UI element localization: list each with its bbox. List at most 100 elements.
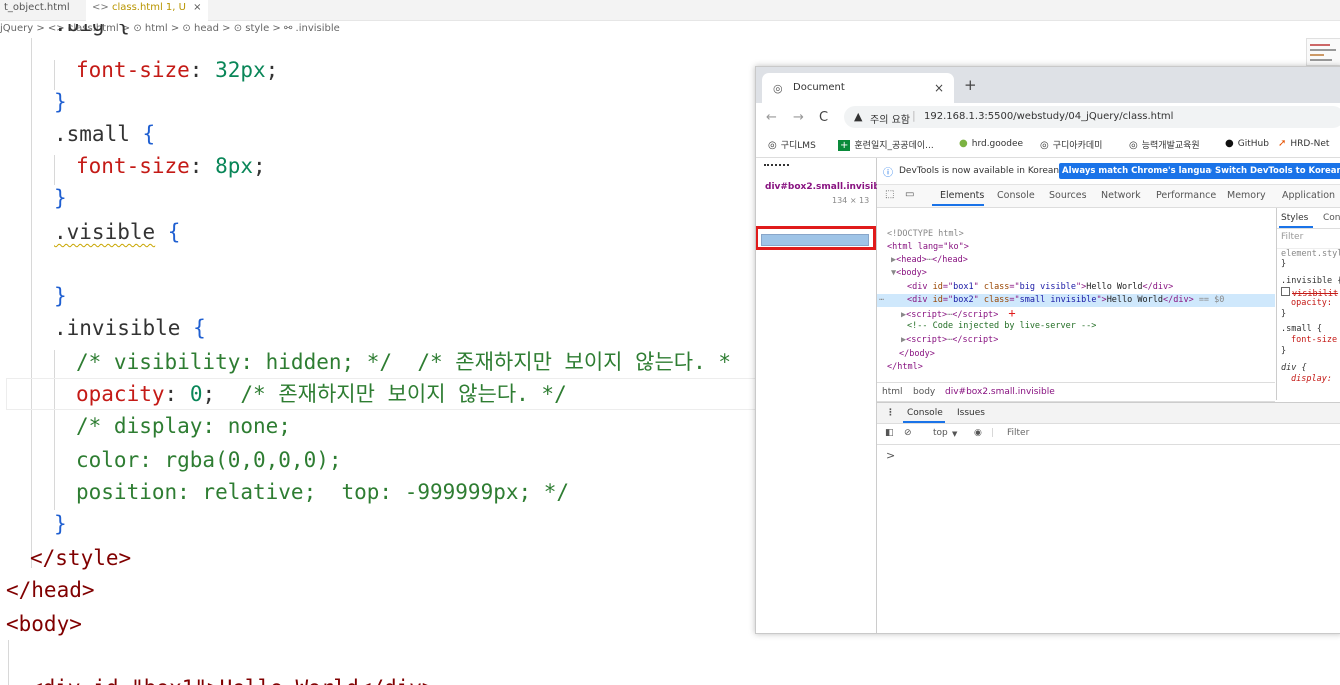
always-match-language-button[interactable]: Always match Chrome's language [1059,163,1227,179]
eye-icon[interactable]: ◉ [974,428,982,438]
editor-tab-bar: t_object.html <> class.html 1, U × [0,0,1340,21]
brace: } [1281,346,1287,356]
inspect-icon[interactable]: ⬚ [885,189,894,200]
switch-to-korean-button[interactable]: Switch DevTools to Korean [1212,163,1340,179]
indent-guide [54,155,55,185]
bookmark-item[interactable]: ◎ 능력개발교육원 [1129,138,1200,151]
back-button[interactable]: ← [766,110,777,125]
tab-styles[interactable]: Styles [1281,213,1308,223]
html-node[interactable]: <html lang="ko"> [887,241,969,254]
invisible-rule[interactable]: .invisible { [1281,276,1340,287]
context-selector[interactable]: top [933,428,948,438]
body-close-node[interactable]: </body> [899,348,935,361]
device-toggle-icon[interactable]: ▭ [905,189,914,200]
bookmark-item[interactable]: ➚ HRD-Net [1278,138,1329,149]
styles-tabs: Styles Con [1277,208,1340,229]
code-comment: /* display: none; [76,414,291,438]
divider: | [912,109,916,122]
tab-computed[interactable]: Con [1323,213,1340,223]
div-rule[interactable]: div { [1281,363,1307,374]
sidebar-toggle-icon[interactable]: ◧ [885,428,894,438]
globe-icon: ◎ [773,82,783,95]
active-tab-indicator [1279,226,1313,228]
code-tag: <body> [6,612,82,636]
script-node[interactable]: ▶<script>⋯</script> [901,334,998,347]
font-size-prop[interactable]: font-size [1291,335,1337,346]
code-value: 0 [189,382,203,406]
page-viewport[interactable]: div#box2.small.invisible 134 × 13 [756,158,889,633]
opacity-prop[interactable]: opacity: [1291,298,1332,309]
element-style-rule[interactable]: element.styl [1277,248,1340,260]
tab-console-drawer[interactable]: Console [907,408,943,418]
doctype-node[interactable]: <!DOCTYPE html> [887,228,964,241]
browser-tab[interactable]: ◎ Document × [762,73,954,103]
chevron-down-icon[interactable]: ▼ [952,430,957,438]
tab-label: class.html [111,2,163,13]
small-rule[interactable]: .small { [1281,324,1322,335]
tab-status: 1, U [165,2,186,13]
hrd-icon: ➚ [1278,138,1287,149]
console-prompt[interactable]: > [886,449,895,462]
devtools-language-banner: ⓘ DevTools is now available in Korean! A… [877,158,1340,185]
code-brace: } [54,186,67,210]
security-label[interactable]: 주의 요함 [870,111,910,126]
console-drawer: ⋮ Console Issues ◧ ⊘ top ▼ ◉ | Filter > [877,402,1340,633]
forward-button[interactable]: → [793,110,804,125]
bookmark-item[interactable]: ● GitHub [1225,138,1269,149]
clear-console-icon[interactable]: ⊘ [904,428,912,438]
bookmarks-bar: ◎ 구디LMS + 훈련일지_공공데이... ● hrd.goodee ◎ 구디아카데미… [756,131,1340,158]
tab-elements[interactable]: Elements [940,190,984,201]
bookmark-item[interactable]: ● hrd.goodee [959,138,1023,149]
body-node[interactable]: ▼<body> [891,267,927,280]
code-value: 8px [215,154,254,178]
tab-issues[interactable]: Issues [957,408,985,418]
bookmark-item[interactable]: + 훈련일지_공공데이... [838,138,934,151]
display-prop[interactable]: display: [1291,374,1332,385]
visibility-prop[interactable]: visibilit [1281,287,1338,299]
new-tab-button[interactable]: + [964,76,977,94]
url-text[interactable]: 192.168.1.3:5500/webstudy/04_jQuery/clas… [924,111,1173,122]
code-colon: : [189,58,216,82]
box1-node[interactable]: <div id="box1" class="big visible">Hello… [907,281,1173,294]
bookmark-label: 능력개발교육원 [1141,141,1200,151]
warning-icon: ▲ [854,110,863,123]
reload-button[interactable]: C [819,110,828,125]
crumb-div[interactable]: div#box2.small.invisible [945,387,1055,397]
tab-sources[interactable]: Sources [1049,190,1087,201]
console-filter-input[interactable]: Filter [1007,428,1029,438]
code-brace: } [54,284,67,308]
close-icon[interactable]: × [934,81,944,95]
box2-node[interactable]: <div id="box2" class="small invisible">H… [907,294,1224,307]
tab-class-html[interactable]: <> class.html 1, U × [86,0,208,21]
minimap[interactable] [1306,38,1340,66]
styles-pane[interactable]: Styles Con Filter element.styl } .invisi… [1276,208,1340,400]
tab-application[interactable]: Application [1282,190,1335,201]
tab-performance[interactable]: Performance [1156,190,1216,201]
breadcrumb[interactable]: jQuery > <> class.html > ⊙ html > ⊙ head… [0,21,340,37]
crumb-html[interactable]: html [882,387,903,397]
drawer-menu-icon[interactable]: ⋮ [886,408,895,418]
bookmark-item[interactable]: ◎ 구디LMS [768,138,816,151]
head-node[interactable]: ▶<head>⋯</head> [891,254,968,267]
bookmark-item[interactable]: ◎ 구디아카데미 [1040,138,1102,151]
crumb-body[interactable]: body [913,387,935,397]
tab-console[interactable]: Console [997,190,1035,201]
elements-breadcrumb: html body div#box2.small.invisible [877,382,1275,402]
html-close-node[interactable]: </html> [887,361,923,374]
elements-tree[interactable]: <!DOCTYPE html> <html lang="ko"> ▶<head>… [877,208,1275,382]
comment-node[interactable]: <!-- Code injected by live-server --> [907,320,1096,333]
bookmark-label: HRD-Net [1290,139,1330,149]
address-bar[interactable]: ▲ 주의 요함 | 192.168.1.3:5500/webstudy/04_j… [844,106,1340,128]
tab-memory[interactable]: Memory [1227,190,1266,201]
code-comment: /* 존재하지만 보이지 않는다. */ [240,382,567,406]
banner-message: DevTools is now available in Korean! [899,166,1063,176]
more-options-icon[interactable]: ⋯ [879,294,884,307]
tab-object-html[interactable]: t_object.html [0,0,76,20]
close-icon[interactable]: × [193,2,201,13]
styles-filter-input[interactable]: Filter [1281,232,1303,242]
code-semicolon: ; [253,154,266,178]
devtools-panel: ⓘ DevTools is now available in Korean! A… [877,158,1340,633]
tab-network[interactable]: Network [1101,190,1141,201]
script-node[interactable]: ▶<script>⋯</script> + [901,307,1016,321]
checkbox[interactable] [1281,287,1290,296]
